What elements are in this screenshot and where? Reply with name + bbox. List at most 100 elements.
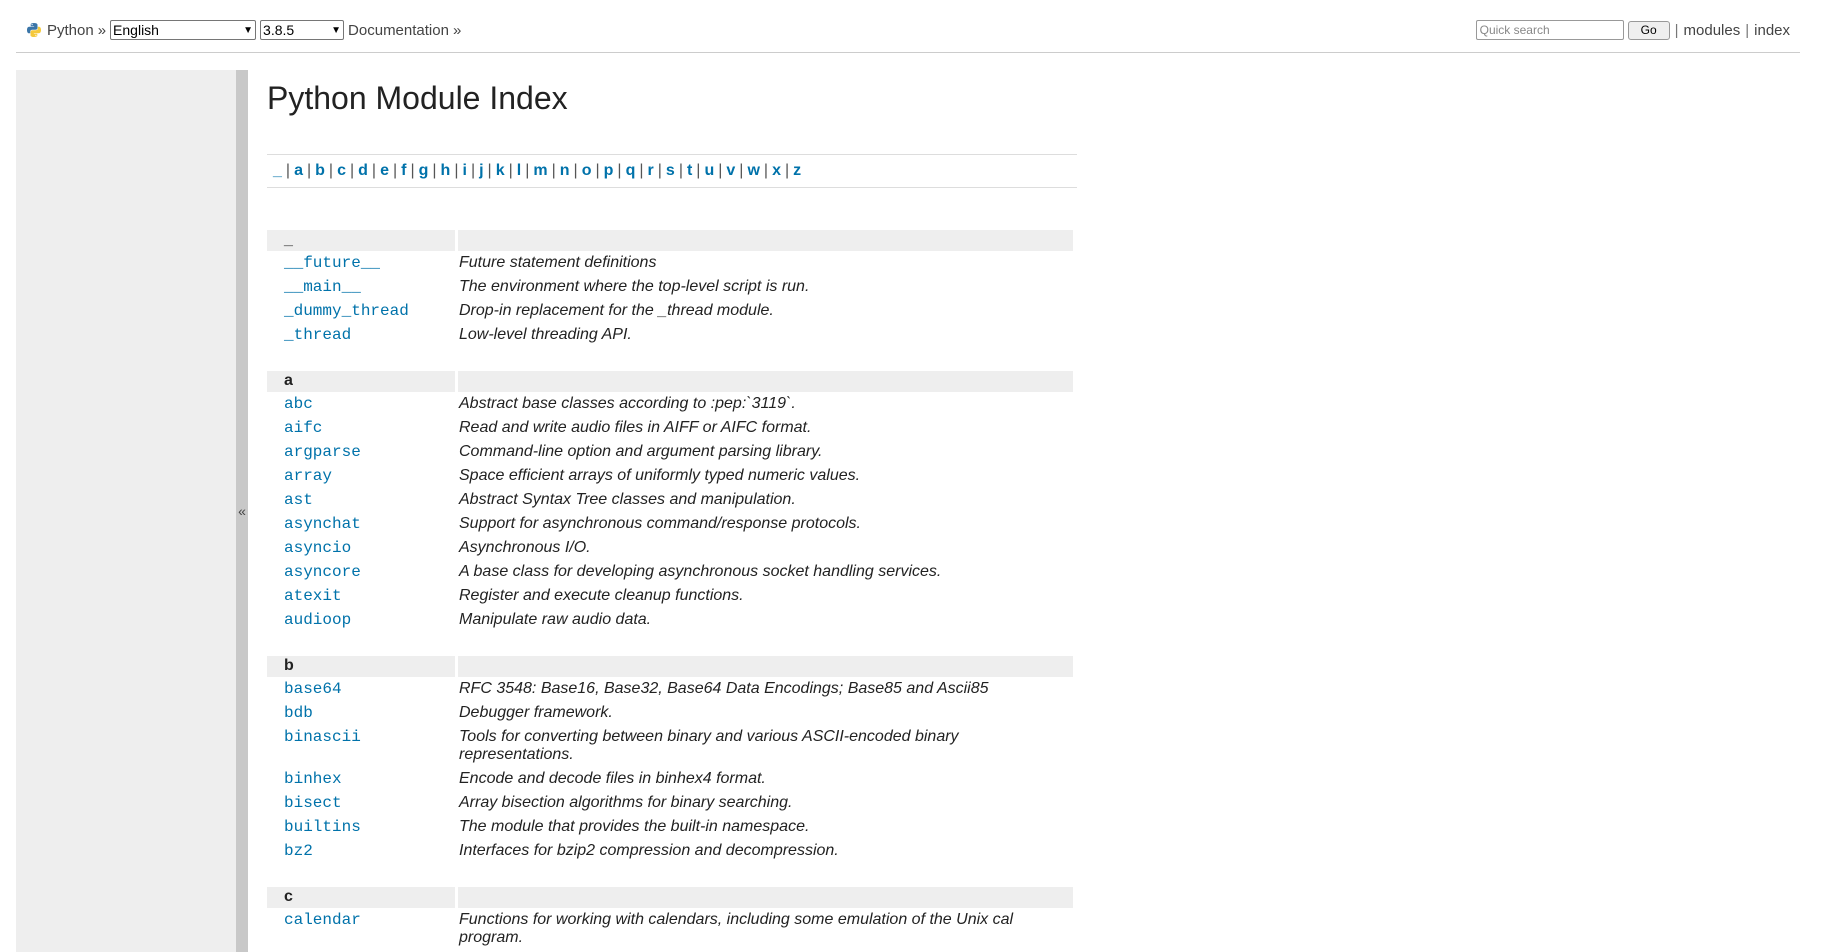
module-link[interactable]: bisect (284, 794, 342, 812)
letter-separator: | (595, 162, 600, 179)
module-link[interactable]: audioop (284, 611, 351, 629)
version-select[interactable]: 3.8.5 ▼ (260, 20, 345, 40)
language-select[interactable]: English ▼ (110, 20, 257, 40)
breadcrumb-separator: » (452, 21, 462, 39)
letter-separator: | (657, 162, 662, 179)
table-row: asynchat Support for asynchronous command… (267, 512, 1073, 536)
letter-link-d[interactable]: d (358, 162, 368, 179)
module-name-cell: _dummy_thread (267, 299, 456, 323)
go-button[interactable]: Go (1627, 20, 1670, 40)
module-description: Interfaces for bzip2 compression and dec… (459, 842, 839, 859)
module-description: Support for asynchronous command/respons… (459, 515, 861, 532)
letter-link-g[interactable]: g (419, 162, 429, 179)
letter-link-k[interactable]: k (496, 162, 505, 179)
module-name-cell: __future__ (267, 251, 456, 275)
module-description: Abstract base classes according to :pep:… (459, 395, 796, 412)
module-link[interactable]: bdb (284, 704, 313, 722)
letter-link-underscore[interactable]: _ (273, 162, 282, 179)
letter-link-w[interactable]: w (747, 162, 759, 179)
table-row: calendar Functions for working with calen… (267, 908, 1073, 950)
table-row: __main__ The environment where the top-le… (267, 275, 1073, 299)
module-name-cell: _thread (267, 323, 456, 347)
module-link[interactable]: __future__ (284, 254, 380, 272)
module-name-cell: base64 (267, 677, 456, 701)
table-row: ast Abstract Syntax Tree classes and mani… (267, 488, 1073, 512)
letter-link-q[interactable]: q (626, 162, 636, 179)
chevron-down-icon: ▼ (331, 24, 342, 36)
letter-link-e[interactable]: e (380, 162, 389, 179)
module-link[interactable]: __main__ (284, 278, 361, 296)
documentation-link[interactable]: Documentation (348, 22, 449, 39)
table-row: __future__ Future statement definitions (267, 251, 1073, 275)
letter-link-v[interactable]: v (726, 162, 735, 179)
letter-link-a[interactable]: a (294, 162, 303, 179)
breadcrumb-separator: » (97, 21, 107, 39)
letter-link-h[interactable]: h (441, 162, 451, 179)
module-link[interactable]: asyncio (284, 539, 351, 557)
module-link[interactable]: argparse (284, 443, 361, 461)
module-link[interactable]: aifc (284, 419, 322, 437)
letter-link-u[interactable]: u (704, 162, 714, 179)
index-link[interactable]: index (1754, 22, 1790, 39)
letter-link-z[interactable]: z (793, 162, 801, 179)
letter-link-m[interactable]: m (533, 162, 547, 179)
letter-link-c[interactable]: c (337, 162, 346, 179)
python-logo-icon (27, 23, 41, 37)
sidebar (16, 70, 236, 952)
table-row: _dummy_thread Drop-in replacement for the… (267, 299, 1073, 323)
section-header-fill (456, 371, 1073, 392)
table-row: asyncore A base class for developing asyn… (267, 560, 1073, 584)
sidebar-collapse-button[interactable]: « (236, 70, 248, 952)
module-link[interactable]: ast (284, 491, 313, 509)
module-name-cell: __main__ (267, 275, 456, 299)
module-link[interactable]: bz2 (284, 842, 313, 860)
letter-link-i[interactable]: i (462, 162, 466, 179)
module-name-cell: ast (267, 488, 456, 512)
module-link[interactable]: atexit (284, 587, 342, 605)
modules-link[interactable]: modules (1684, 22, 1741, 39)
module-link[interactable]: binhex (284, 770, 342, 788)
section-header-fill (456, 656, 1073, 677)
module-link[interactable]: asyncore (284, 563, 361, 581)
letter-link-o[interactable]: o (582, 162, 592, 179)
letter-link-f[interactable]: f (401, 162, 406, 179)
module-link[interactable]: abc (284, 395, 313, 413)
section-letter: c (267, 887, 458, 908)
table-row: atexit Register and execute cleanup funct… (267, 584, 1073, 608)
letter-separator: | (551, 162, 556, 179)
module-link[interactable]: base64 (284, 680, 342, 698)
letter-link-t[interactable]: t (687, 162, 692, 179)
module-link[interactable]: binascii (284, 728, 361, 746)
module-link[interactable]: asynchat (284, 515, 361, 533)
letter-separator: | (573, 162, 578, 179)
letter-link-j[interactable]: j (479, 162, 483, 179)
breadcrumb: Python » English ▼ 3.8.5 ▼ Documentation… (26, 20, 465, 40)
module-description: Future statement definitions (459, 254, 657, 271)
module-link[interactable]: calendar (284, 911, 361, 929)
double-chevron-left-icon: « (238, 503, 246, 519)
letter-separator: | (525, 162, 530, 179)
module-link[interactable]: _thread (284, 326, 351, 344)
table-row: _thread Low-level threading API. (267, 323, 1073, 347)
quick-search-input[interactable] (1475, 20, 1624, 40)
module-description: Register and execute cleanup functions. (459, 587, 744, 604)
letter-link-b[interactable]: b (315, 162, 325, 179)
module-link[interactable]: array (284, 467, 332, 485)
letter-link-l[interactable]: l (517, 162, 521, 179)
letter-separator: | (392, 162, 398, 179)
module-name-cell: binascii (267, 725, 456, 767)
letter-link-r[interactable]: r (648, 162, 654, 179)
module-name-cell: builtins (267, 815, 456, 839)
letter-link-x[interactable]: x (772, 162, 781, 179)
letter-separator: | (739, 162, 744, 179)
top-nav-bar: Python » English ▼ 3.8.5 ▼ Documentation… (16, 0, 1800, 53)
module-link[interactable]: builtins (284, 818, 361, 836)
link-separator: | (1745, 21, 1750, 39)
python-home-link[interactable]: Python (47, 22, 94, 39)
letter-separator: | (784, 162, 790, 179)
letter-link-s[interactable]: s (666, 162, 675, 179)
table-row: builtins The module that provides the bui… (267, 815, 1073, 839)
module-link[interactable]: _dummy_thread (284, 302, 409, 320)
letter-link-n[interactable]: n (560, 162, 570, 179)
letter-link-p[interactable]: p (604, 162, 614, 179)
